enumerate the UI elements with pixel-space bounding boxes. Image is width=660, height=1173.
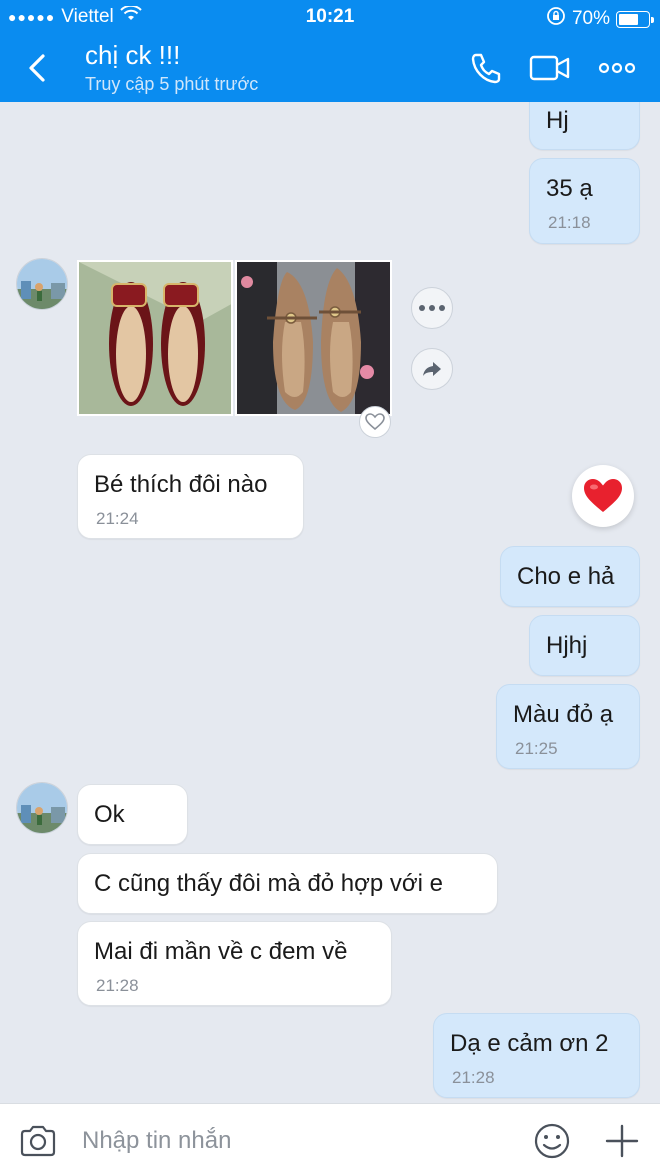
message-time: 21:28	[96, 976, 139, 995]
message-text: Bé thích đôi nào	[94, 471, 268, 498]
avatar[interactable]	[16, 258, 68, 310]
video-call-icon	[529, 55, 570, 81]
message-text: Dạ e cảm ơn 2	[450, 1030, 609, 1057]
camera-icon	[20, 1125, 56, 1157]
battery-percent: 70%	[571, 8, 610, 29]
message-text: Hj	[546, 107, 569, 134]
message-time: 21:28	[452, 1068, 495, 1087]
message-incoming[interactable]: Bé thích đôi nào 21:24	[77, 454, 304, 539]
message-list[interactable]: Hj 35 ạ 21:18 Bé thích đôi nào 21:24 Cho…	[0, 102, 660, 1102]
phone-icon	[471, 53, 501, 84]
message-outgoing[interactable]: 35 ạ 21:18	[529, 158, 640, 244]
more-icon	[598, 62, 636, 74]
share-button[interactable]	[411, 348, 453, 390]
add-icon	[605, 1124, 639, 1158]
message-incoming[interactable]: Ok	[77, 784, 188, 845]
react-heart-button[interactable]	[359, 406, 391, 438]
status-bar: ●●●●● Viettel 10:21 70%	[0, 0, 660, 34]
battery-fill	[619, 13, 638, 25]
message-text: Mai đi mần về c đem về	[94, 938, 348, 965]
shared-photo-red-shoes[interactable]	[77, 260, 233, 416]
contact-name[interactable]: chị ck !!!	[85, 40, 180, 71]
message-text: Hjhj	[546, 632, 588, 659]
contact-status: Truy cập 5 phút trước	[85, 74, 259, 94]
more-button[interactable]	[596, 48, 640, 88]
message-time: 21:24	[96, 509, 139, 528]
status-right: 70%	[546, 6, 654, 32]
message-input[interactable]	[82, 1122, 502, 1160]
emoji-button[interactable]	[532, 1121, 572, 1161]
battery-icon	[616, 10, 654, 28]
heart-icon	[584, 479, 622, 512]
add-button[interactable]	[602, 1121, 642, 1161]
message-text: C cũng thấy đôi mà đỏ hợp với e	[94, 870, 443, 897]
message-text: 35 ạ	[546, 175, 593, 202]
back-button[interactable]	[18, 48, 58, 88]
more-options-button[interactable]	[411, 287, 453, 329]
call-button[interactable]	[466, 48, 510, 88]
message-time: 21:25	[515, 739, 558, 758]
message-incoming[interactable]: C cũng thấy đôi mà đỏ hợp với e	[77, 853, 498, 914]
chat-header: chị ck !!! Truy cập 5 phút trước	[0, 34, 660, 102]
emoji-icon	[534, 1123, 570, 1159]
message-text: Màu đỏ ạ	[513, 701, 614, 728]
message-text: Ok	[94, 801, 125, 828]
more-options-icon	[419, 305, 445, 311]
message-incoming[interactable]: Mai đi mần về c đem về 21:28	[77, 921, 392, 1006]
message-outgoing[interactable]: Hj	[529, 102, 640, 150]
video-call-button[interactable]	[528, 48, 572, 88]
rotation-lock-icon	[546, 6, 566, 32]
shared-photo-beige-shoes[interactable]	[235, 260, 392, 416]
message-outgoing[interactable]: Màu đỏ ạ 21:25	[496, 684, 640, 769]
avatar[interactable]	[16, 782, 68, 834]
share-icon	[423, 362, 441, 376]
message-text: Cho e hả	[517, 563, 615, 590]
back-icon	[29, 54, 45, 82]
message-outgoing[interactable]: Dạ e cảm ơn 2 21:28	[433, 1013, 640, 1098]
message-time: 21:18	[548, 213, 591, 232]
heart-outline-icon	[365, 413, 385, 431]
camera-button[interactable]	[18, 1121, 58, 1161]
message-outgoing[interactable]: Hjhj	[529, 615, 640, 676]
message-outgoing[interactable]: Cho e hả	[500, 546, 640, 607]
message-input-bar	[0, 1103, 660, 1173]
heart-reaction[interactable]	[572, 465, 634, 527]
